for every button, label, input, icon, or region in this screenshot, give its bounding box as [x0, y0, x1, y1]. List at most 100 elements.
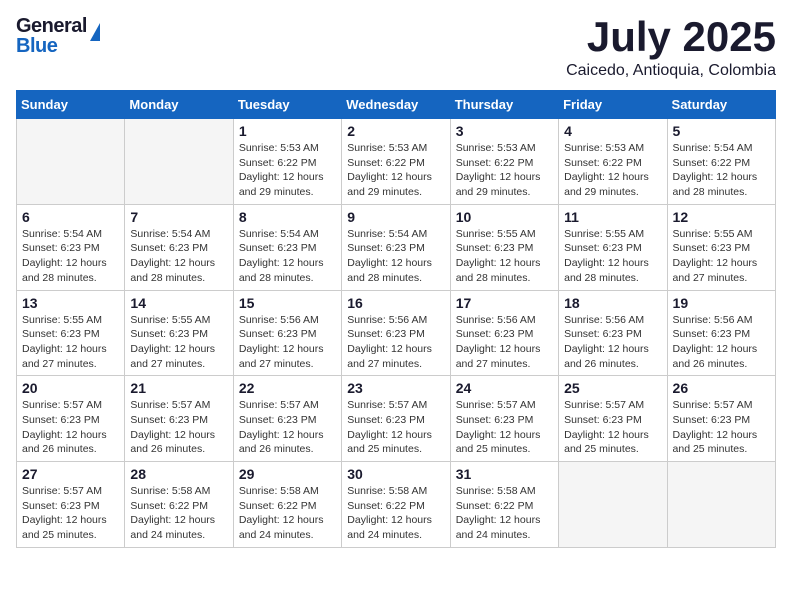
day-info: Sunrise: 5:54 AM Sunset: 6:23 PM Dayligh…	[239, 227, 336, 286]
day-info: Sunrise: 5:57 AM Sunset: 6:23 PM Dayligh…	[239, 398, 336, 457]
day-number: 19	[673, 295, 770, 311]
calendar-cell: 9 Sunrise: 5:54 AM Sunset: 6:23 PM Daylig…	[342, 204, 450, 290]
calendar-cell: 29 Sunrise: 5:58 AM Sunset: 6:22 PM Dayli…	[233, 462, 341, 548]
calendar-header-row: SundayMondayTuesdayWednesdayThursdayFrid…	[17, 91, 776, 119]
calendar-cell: 17 Sunrise: 5:56 AM Sunset: 6:23 PM Dayli…	[450, 290, 558, 376]
calendar-cell: 21 Sunrise: 5:57 AM Sunset: 6:23 PM Dayli…	[125, 376, 233, 462]
day-number: 22	[239, 380, 336, 396]
day-info: Sunrise: 5:58 AM Sunset: 6:22 PM Dayligh…	[130, 484, 227, 543]
day-info: Sunrise: 5:57 AM Sunset: 6:23 PM Dayligh…	[22, 398, 119, 457]
calendar-cell: 16Sunrise: 5:56 AM Sunset: 6:23 PM Dayli…	[342, 290, 450, 376]
calendar-week-2: 6 Sunrise: 5:54 AM Sunset: 6:23 PM Daylig…	[17, 204, 776, 290]
logo-blue: Blue	[16, 36, 87, 56]
day-info: Sunrise: 5:55 AM Sunset: 6:23 PM Dayligh…	[130, 313, 227, 372]
calendar-cell: 31 Sunrise: 5:58 AM Sunset: 6:22 PM Dayli…	[450, 462, 558, 548]
calendar-cell: 13Sunrise: 5:55 AM Sunset: 6:23 PM Dayli…	[17, 290, 125, 376]
day-info: Sunrise: 5:55 AM Sunset: 6:23 PM Dayligh…	[456, 227, 553, 286]
calendar-cell: 2 Sunrise: 5:53 AM Sunset: 6:22 PM Daylig…	[342, 119, 450, 205]
day-number: 27	[22, 466, 119, 482]
calendar-cell: 18 Sunrise: 5:56 AM Sunset: 6:23 PM Dayli…	[559, 290, 667, 376]
day-info: Sunrise: 5:56 AM Sunset: 6:23 PM Dayligh…	[564, 313, 661, 372]
day-number: 9	[347, 209, 444, 225]
calendar-cell	[667, 462, 775, 548]
header: General Blue July 2025 Caicedo, Antioqui…	[16, 16, 776, 80]
day-number: 24	[456, 380, 553, 396]
calendar-cell: 4 Sunrise: 5:53 AM Sunset: 6:22 PM Daylig…	[559, 119, 667, 205]
day-info: Sunrise: 5:58 AM Sunset: 6:22 PM Dayligh…	[456, 484, 553, 543]
calendar-cell: 10 Sunrise: 5:55 AM Sunset: 6:23 PM Dayli…	[450, 204, 558, 290]
calendar-week-5: 27Sunrise: 5:57 AM Sunset: 6:23 PM Dayli…	[17, 462, 776, 548]
day-number: 8	[239, 209, 336, 225]
calendar-cell: 11 Sunrise: 5:55 AM Sunset: 6:23 PM Dayli…	[559, 204, 667, 290]
day-number: 28	[130, 466, 227, 482]
logo-triangle-icon	[90, 23, 100, 41]
day-number: 11	[564, 209, 661, 225]
day-info: Sunrise: 5:56 AM Sunset: 6:23 PM Dayligh…	[673, 313, 770, 372]
month-title: July 2025	[566, 16, 776, 58]
calendar-week-4: 20 Sunrise: 5:57 AM Sunset: 6:23 PM Dayli…	[17, 376, 776, 462]
day-info: Sunrise: 5:57 AM Sunset: 6:23 PM Dayligh…	[130, 398, 227, 457]
day-number: 13	[22, 295, 119, 311]
calendar-cell: 30 Sunrise: 5:58 AM Sunset: 6:22 PM Dayli…	[342, 462, 450, 548]
day-number: 6	[22, 209, 119, 225]
calendar-cell: 14Sunrise: 5:55 AM Sunset: 6:23 PM Dayli…	[125, 290, 233, 376]
calendar-header-wednesday: Wednesday	[342, 91, 450, 119]
day-number: 17	[456, 295, 553, 311]
day-number: 5	[673, 123, 770, 139]
day-info: Sunrise: 5:58 AM Sunset: 6:22 PM Dayligh…	[347, 484, 444, 543]
day-number: 10	[456, 209, 553, 225]
calendar-cell: 7Sunrise: 5:54 AM Sunset: 6:23 PM Daylig…	[125, 204, 233, 290]
calendar-header-tuesday: Tuesday	[233, 91, 341, 119]
calendar-cell: 23Sunrise: 5:57 AM Sunset: 6:23 PM Dayli…	[342, 376, 450, 462]
calendar-cell: 15Sunrise: 5:56 AM Sunset: 6:23 PM Dayli…	[233, 290, 341, 376]
calendar-cell: 1 Sunrise: 5:53 AM Sunset: 6:22 PM Daylig…	[233, 119, 341, 205]
day-info: Sunrise: 5:56 AM Sunset: 6:23 PM Dayligh…	[456, 313, 553, 372]
day-number: 20	[22, 380, 119, 396]
day-number: 7	[130, 209, 227, 225]
logo: General Blue	[16, 16, 100, 56]
calendar-cell: 6 Sunrise: 5:54 AM Sunset: 6:23 PM Daylig…	[17, 204, 125, 290]
calendar-header-sunday: Sunday	[17, 91, 125, 119]
day-info: Sunrise: 5:56 AM Sunset: 6:23 PM Dayligh…	[239, 313, 336, 372]
title-area: July 2025 Caicedo, Antioquia, Colombia	[566, 16, 776, 80]
day-info: Sunrise: 5:55 AM Sunset: 6:23 PM Dayligh…	[564, 227, 661, 286]
day-info: Sunrise: 5:54 AM Sunset: 6:23 PM Dayligh…	[347, 227, 444, 286]
day-info: Sunrise: 5:57 AM Sunset: 6:23 PM Dayligh…	[564, 398, 661, 457]
calendar-header-thursday: Thursday	[450, 91, 558, 119]
day-number: 2	[347, 123, 444, 139]
day-number: 30	[347, 466, 444, 482]
day-number: 29	[239, 466, 336, 482]
day-number: 12	[673, 209, 770, 225]
day-info: Sunrise: 5:55 AM Sunset: 6:23 PM Dayligh…	[673, 227, 770, 286]
day-info: Sunrise: 5:53 AM Sunset: 6:22 PM Dayligh…	[564, 141, 661, 200]
location-subtitle: Caicedo, Antioquia, Colombia	[566, 62, 776, 80]
calendar-cell: 25 Sunrise: 5:57 AM Sunset: 6:23 PM Dayli…	[559, 376, 667, 462]
day-number: 4	[564, 123, 661, 139]
calendar-cell: 3Sunrise: 5:53 AM Sunset: 6:22 PM Daylig…	[450, 119, 558, 205]
calendar-cell: 28 Sunrise: 5:58 AM Sunset: 6:22 PM Dayli…	[125, 462, 233, 548]
calendar-header-friday: Friday	[559, 91, 667, 119]
calendar-header-monday: Monday	[125, 91, 233, 119]
calendar-cell: 20 Sunrise: 5:57 AM Sunset: 6:23 PM Dayli…	[17, 376, 125, 462]
day-info: Sunrise: 5:57 AM Sunset: 6:23 PM Dayligh…	[347, 398, 444, 457]
day-info: Sunrise: 5:53 AM Sunset: 6:22 PM Dayligh…	[239, 141, 336, 200]
day-number: 1	[239, 123, 336, 139]
day-info: Sunrise: 5:54 AM Sunset: 6:23 PM Dayligh…	[22, 227, 119, 286]
calendar-week-1: 1 Sunrise: 5:53 AM Sunset: 6:22 PM Daylig…	[17, 119, 776, 205]
logo-text: General Blue	[16, 16, 87, 56]
day-number: 31	[456, 466, 553, 482]
day-number: 18	[564, 295, 661, 311]
logo-general: General	[16, 16, 87, 36]
day-info: Sunrise: 5:58 AM Sunset: 6:22 PM Dayligh…	[239, 484, 336, 543]
day-info: Sunrise: 5:57 AM Sunset: 6:23 PM Dayligh…	[456, 398, 553, 457]
calendar-cell: 5Sunrise: 5:54 AM Sunset: 6:22 PM Daylig…	[667, 119, 775, 205]
calendar-cell: 12 Sunrise: 5:55 AM Sunset: 6:23 PM Dayli…	[667, 204, 775, 290]
calendar-cell	[17, 119, 125, 205]
calendar-cell	[559, 462, 667, 548]
day-info: Sunrise: 5:57 AM Sunset: 6:23 PM Dayligh…	[673, 398, 770, 457]
day-number: 21	[130, 380, 227, 396]
calendar-cell: 19 Sunrise: 5:56 AM Sunset: 6:23 PM Dayli…	[667, 290, 775, 376]
calendar-week-3: 13 Sunrise: 5:55 AM Sunset: 6:23 PM Dayli…	[17, 290, 776, 376]
day-number: 25	[564, 380, 661, 396]
day-info: Sunrise: 5:53 AM Sunset: 6:22 PM Dayligh…	[347, 141, 444, 200]
